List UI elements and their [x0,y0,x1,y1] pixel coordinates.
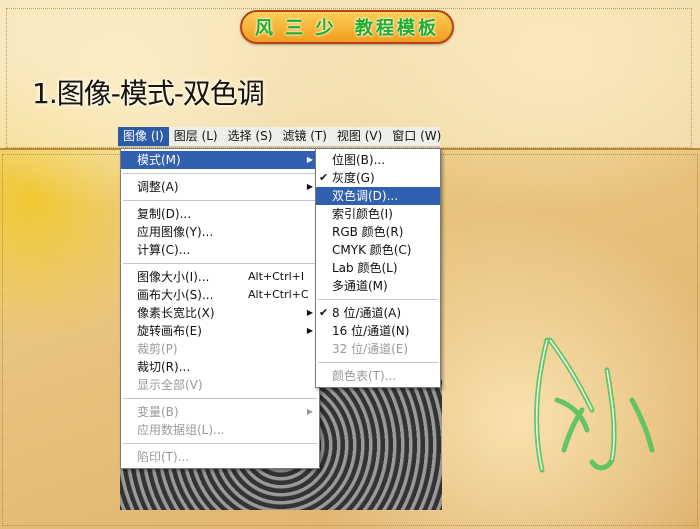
triangle-right-icon: ▶ [306,182,313,191]
menu-item-label: 陷印(T)... [137,450,190,464]
menubar-item[interactable]: 窗口 (W) [387,127,446,146]
menu-separator [123,173,317,174]
menu-item-label: 显示全部(V) [137,378,203,392]
banner-badge: 风 三 少 教程模板 [240,10,454,44]
menu-item-label: Lab 颜色(L) [332,261,398,275]
menu-item-label: 画布大小(S)... [137,288,214,302]
triangle-right-icon: ▶ [306,407,313,416]
menu-item-label: 图像大小(I)... [137,270,210,284]
menu-item-label: 多通道(M) [332,279,388,293]
menu-item-label: 旋转画布(E) [137,324,202,338]
menu-item[interactable]: ✔ 灰度(G) [316,169,440,187]
menu-item-label: 双色调(D)... [332,189,399,203]
menu-item-label: 计算(C)... [137,243,191,257]
menu-item[interactable]: 裁切(R)... [121,358,319,376]
triangle-right-icon: ▶ [306,308,313,317]
menubar-item[interactable]: 选择 (S) [223,127,278,146]
menu-item[interactable]: 画布大小(S)... Alt+Ctrl+C [121,286,319,304]
menu-item[interactable]: ✔ 8 位/通道(A) [316,304,440,322]
menu-separator [123,263,317,264]
menu-item[interactable]: 计算(C)... [121,241,319,259]
menu-item-label: 灰度(G) [332,171,375,185]
checkmark-icon: ✔ [319,171,329,184]
menu-item-label: 应用数据组(L)... [137,423,225,437]
menu-item: 变量(B) ▶ [121,403,319,421]
menu-item[interactable]: 索引颜色(I) [316,205,440,223]
menu-item-label: 裁切(R)... [137,360,191,374]
menu-item-label: CMYK 颜色(C) [332,243,412,257]
menu-separator [123,200,317,201]
menu-item-label: 裁剪(P) [137,342,178,356]
image-menu: 模式(M) ▶ 调整(A) ▶ 复制(D)... 应用图像(Y)... 计算(C)... 图像… [120,148,320,469]
menu-item-label: 索引颜色(I) [332,207,393,221]
menu-separator [318,299,438,300]
menubar-item[interactable]: 图层 (L) [169,127,223,146]
menu-item-label: 像素长宽比(X) [137,306,215,320]
menu-item-label: 模式(M) [137,153,181,167]
menu-item: 陷印(T)... [121,448,319,466]
menu-item[interactable]: 图像大小(I)... Alt+Ctrl+I [121,268,319,286]
menubar-item[interactable]: 滤镜 (T) [277,127,332,146]
menu-separator [318,362,438,363]
triangle-right-icon: ▶ [306,326,313,335]
menu-item: 32 位/通道(E) [316,340,440,358]
menu-item: 显示全部(V) [121,376,319,394]
menu-item: 裁剪(P) [121,340,319,358]
menu-item-label: 颜色表(T)... [332,369,397,383]
menu-item[interactable]: 多通道(M) [316,277,440,295]
menu-item[interactable]: 应用图像(Y)... [121,223,319,241]
menu-bar: 图像 (I) 图层 (L) 选择 (S) 滤镜 (T) 视图 (V) 窗口 (W) [118,127,441,147]
banner-text: 风 三 少 教程模板 [254,18,440,39]
menubar-item[interactable]: 图像 (I) [118,127,169,146]
menu-item-label: 16 位/通道(N) [332,324,410,338]
checkmark-icon: ✔ [319,306,329,319]
menu-item: 颜色表(T)... [316,367,440,385]
menu-item[interactable]: 位图(B)... [316,151,440,169]
menu-item-label: 位图(B)... [332,153,386,167]
menu-item-label: 调整(A) [137,180,179,194]
menu-item-label: 32 位/通道(E) [332,342,409,356]
menu-separator [123,443,317,444]
calligraphy-decoration [534,337,655,473]
menu-item-shortcut: Alt+Ctrl+C [248,288,309,301]
menubar-item[interactable]: 视图 (V) [332,127,387,146]
menu-item[interactable]: RGB 颜色(R) [316,223,440,241]
menu-item-label: 8 位/通道(A) [332,306,402,320]
menu-item[interactable]: CMYK 颜色(C) [316,241,440,259]
menu-item-label: RGB 颜色(R) [332,225,404,239]
menu-item[interactable]: 模式(M) ▶ [121,151,319,169]
menu-item-shortcut: Alt+Ctrl+I [248,270,305,283]
menu-item[interactable]: 双色调(D)... [316,187,440,205]
menu-item[interactable]: 调整(A) ▶ [121,178,319,196]
menu-item[interactable]: 旋转画布(E) ▶ [121,322,319,340]
mode-submenu: 位图(B)... ✔ 灰度(G) 双色调(D)... 索引颜色(I) RGB 颜色(R) C… [315,148,441,388]
menu-item: 应用数据组(L)... [121,421,319,439]
menu-separator [123,398,317,399]
page-title: 1.图像-模式-双色调 [32,77,265,110]
menu-item-label: 变量(B) [137,405,179,419]
menu-item-label: 复制(D)... [137,207,192,221]
triangle-right-icon: ▶ [306,155,313,164]
menu-item[interactable]: 复制(D)... [121,205,319,223]
menu-item[interactable]: 16 位/通道(N) [316,322,440,340]
menu-item-label: 应用图像(Y)... [137,225,214,239]
menu-item[interactable]: Lab 颜色(L) [316,259,440,277]
menu-item[interactable]: 像素长宽比(X) ▶ [121,304,319,322]
